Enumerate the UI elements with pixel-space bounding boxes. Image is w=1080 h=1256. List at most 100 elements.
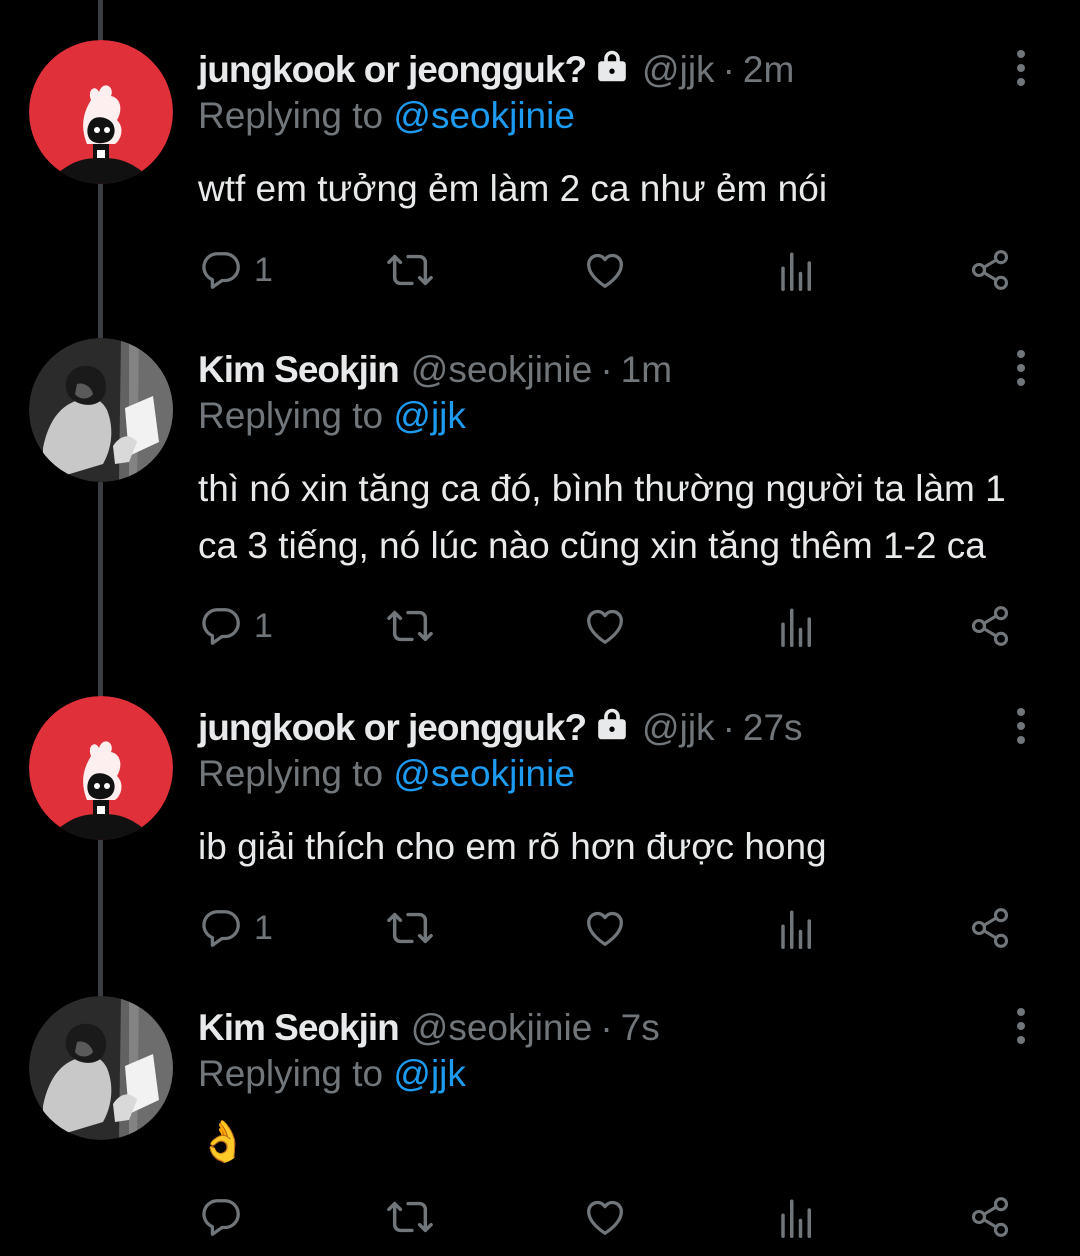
like-button[interactable] [582, 1192, 628, 1242]
tweet-header: Kim Seokjin @seokjinie · 7s [198, 1000, 660, 1056]
retweet-icon [387, 1201, 433, 1233]
display-name[interactable]: Kim Seokjin [198, 1007, 400, 1049]
tweet[interactable]: jungkook or jeongguk? @jjk · 2m Replying… [0, 0, 1080, 320]
tweet[interactable]: jungkook or jeongguk? @jjk · 27s Replyin… [0, 658, 1080, 978]
action-bar [198, 1192, 1028, 1242]
user-handle[interactable]: @seokjinie [411, 349, 593, 391]
lock-icon [594, 706, 630, 751]
ok-hand-emoji: 👌 [198, 1120, 248, 1164]
replying-mention[interactable]: @jjk [393, 395, 466, 436]
separator-dot: · [722, 707, 735, 748]
reply-count: 1 [254, 606, 273, 645]
share-button[interactable] [968, 903, 1012, 953]
separator-dot: · [722, 49, 735, 90]
reply-icon [202, 252, 240, 289]
timestamp[interactable]: 7s [621, 1007, 660, 1049]
share-icon [971, 250, 1009, 290]
avatar[interactable] [29, 338, 173, 482]
more-icon[interactable] [1012, 48, 1030, 88]
display-name[interactable]: jungkook or jeongguk? [198, 49, 587, 91]
share-icon [971, 1197, 1009, 1237]
replying-mention[interactable]: @seokjinie [393, 753, 575, 794]
tweet-header: Kim Seokjin @seokjinie · 1m [198, 342, 672, 398]
retweet-button[interactable] [385, 245, 435, 295]
views-icon [781, 910, 811, 949]
tweet-text: wtf em tưởng ẻm làm 2 ca như ẻm nói [198, 160, 1058, 217]
action-bar: 1 [198, 903, 1028, 953]
heart-icon [587, 253, 623, 288]
lock-icon [594, 48, 630, 93]
tweet-text: 👌 [198, 1114, 1058, 1171]
replying-to: Replying to @seokjinie [198, 95, 575, 137]
like-button[interactable] [582, 245, 628, 295]
retweet-icon [387, 610, 433, 642]
replying-label: Replying to [198, 95, 394, 136]
tweet-text: thì nó xin tăng ca đó, bình thường người… [198, 460, 1058, 574]
heart-icon [587, 609, 623, 644]
display-name[interactable]: Kim Seokjin [198, 349, 400, 391]
more-icon[interactable] [1012, 1006, 1030, 1046]
action-bar: 1 [198, 601, 1028, 651]
replying-to: Replying to @jjk [198, 395, 466, 437]
views-button[interactable] [776, 601, 818, 651]
timestamp[interactable]: 2m [743, 49, 794, 91]
replying-label: Replying to [198, 753, 394, 794]
replying-to: Replying to @seokjinie [198, 753, 575, 795]
replying-mention[interactable]: @seokjinie [393, 95, 575, 136]
timestamp[interactable]: 1m [621, 349, 672, 391]
replying-to: Replying to @jjk [198, 1053, 466, 1095]
more-icon[interactable] [1012, 706, 1030, 746]
reply-button[interactable]: 1 [198, 903, 273, 953]
action-bar: 1 [198, 245, 1028, 295]
views-icon [781, 608, 811, 647]
views-icon [781, 1199, 811, 1238]
timestamp[interactable]: 27s [743, 707, 803, 749]
more-icon[interactable] [1012, 348, 1030, 388]
tweet-header: jungkook or jeongguk? @jjk · 2m [198, 42, 794, 98]
reply-button[interactable]: 1 [198, 245, 273, 295]
reply-icon [202, 608, 240, 645]
tweet-text-line: thì nó xin tăng ca đó, bình thường người… [198, 468, 1006, 509]
avatar[interactable] [29, 996, 173, 1140]
views-icon [781, 252, 811, 291]
avatar[interactable] [29, 696, 173, 840]
tweet-text-line: ca 3 tiếng, nó lúc nào cũng xin tăng thê… [198, 525, 986, 566]
replying-label: Replying to [198, 395, 394, 436]
reply-icon [202, 1199, 240, 1236]
replying-mention[interactable]: @jjk [393, 1053, 466, 1094]
retweet-button[interactable] [385, 1192, 435, 1242]
views-button[interactable] [776, 903, 818, 953]
tweet-header: jungkook or jeongguk? @jjk · 27s [198, 700, 803, 756]
heart-icon [587, 1200, 623, 1235]
heart-icon [587, 911, 623, 946]
tweet-text: ib giải thích cho em rõ hơn được hong [198, 818, 1058, 875]
replying-label: Replying to [198, 1053, 394, 1094]
tweet[interactable]: Kim Seokjin @seokjinie · 7s Replying to … [0, 958, 1080, 1256]
tweet[interactable]: Kim Seokjin @seokjinie · 1m Replying to … [0, 300, 1080, 680]
avatar[interactable] [29, 40, 173, 184]
share-button[interactable] [968, 1192, 1012, 1242]
retweet-icon [387, 254, 433, 286]
like-button[interactable] [582, 601, 628, 651]
views-button[interactable] [776, 245, 818, 295]
share-icon [971, 908, 1009, 948]
user-handle[interactable]: @jjk [642, 707, 715, 749]
tweet-text-line: ib giải thích cho em rõ hơn được hong [198, 826, 827, 867]
retweet-button[interactable] [385, 903, 435, 953]
reply-icon [202, 910, 240, 947]
separator-dot: · [600, 1007, 613, 1048]
display-name[interactable]: jungkook or jeongguk? [198, 707, 587, 749]
tweet-text-line: wtf em tưởng ẻm làm 2 ca như ẻm nói [198, 168, 828, 209]
user-handle[interactable]: @seokjinie [411, 1007, 593, 1049]
separator-dot: · [600, 349, 613, 390]
share-button[interactable] [968, 601, 1012, 651]
share-icon [971, 606, 1009, 646]
retweet-button[interactable] [385, 601, 435, 651]
reply-button[interactable]: 1 [198, 601, 273, 651]
user-handle[interactable]: @jjk [642, 49, 715, 91]
reply-count: 1 [254, 250, 273, 289]
reply-button[interactable] [198, 1192, 244, 1242]
views-button[interactable] [776, 1192, 818, 1242]
like-button[interactable] [582, 903, 628, 953]
share-button[interactable] [968, 245, 1012, 295]
